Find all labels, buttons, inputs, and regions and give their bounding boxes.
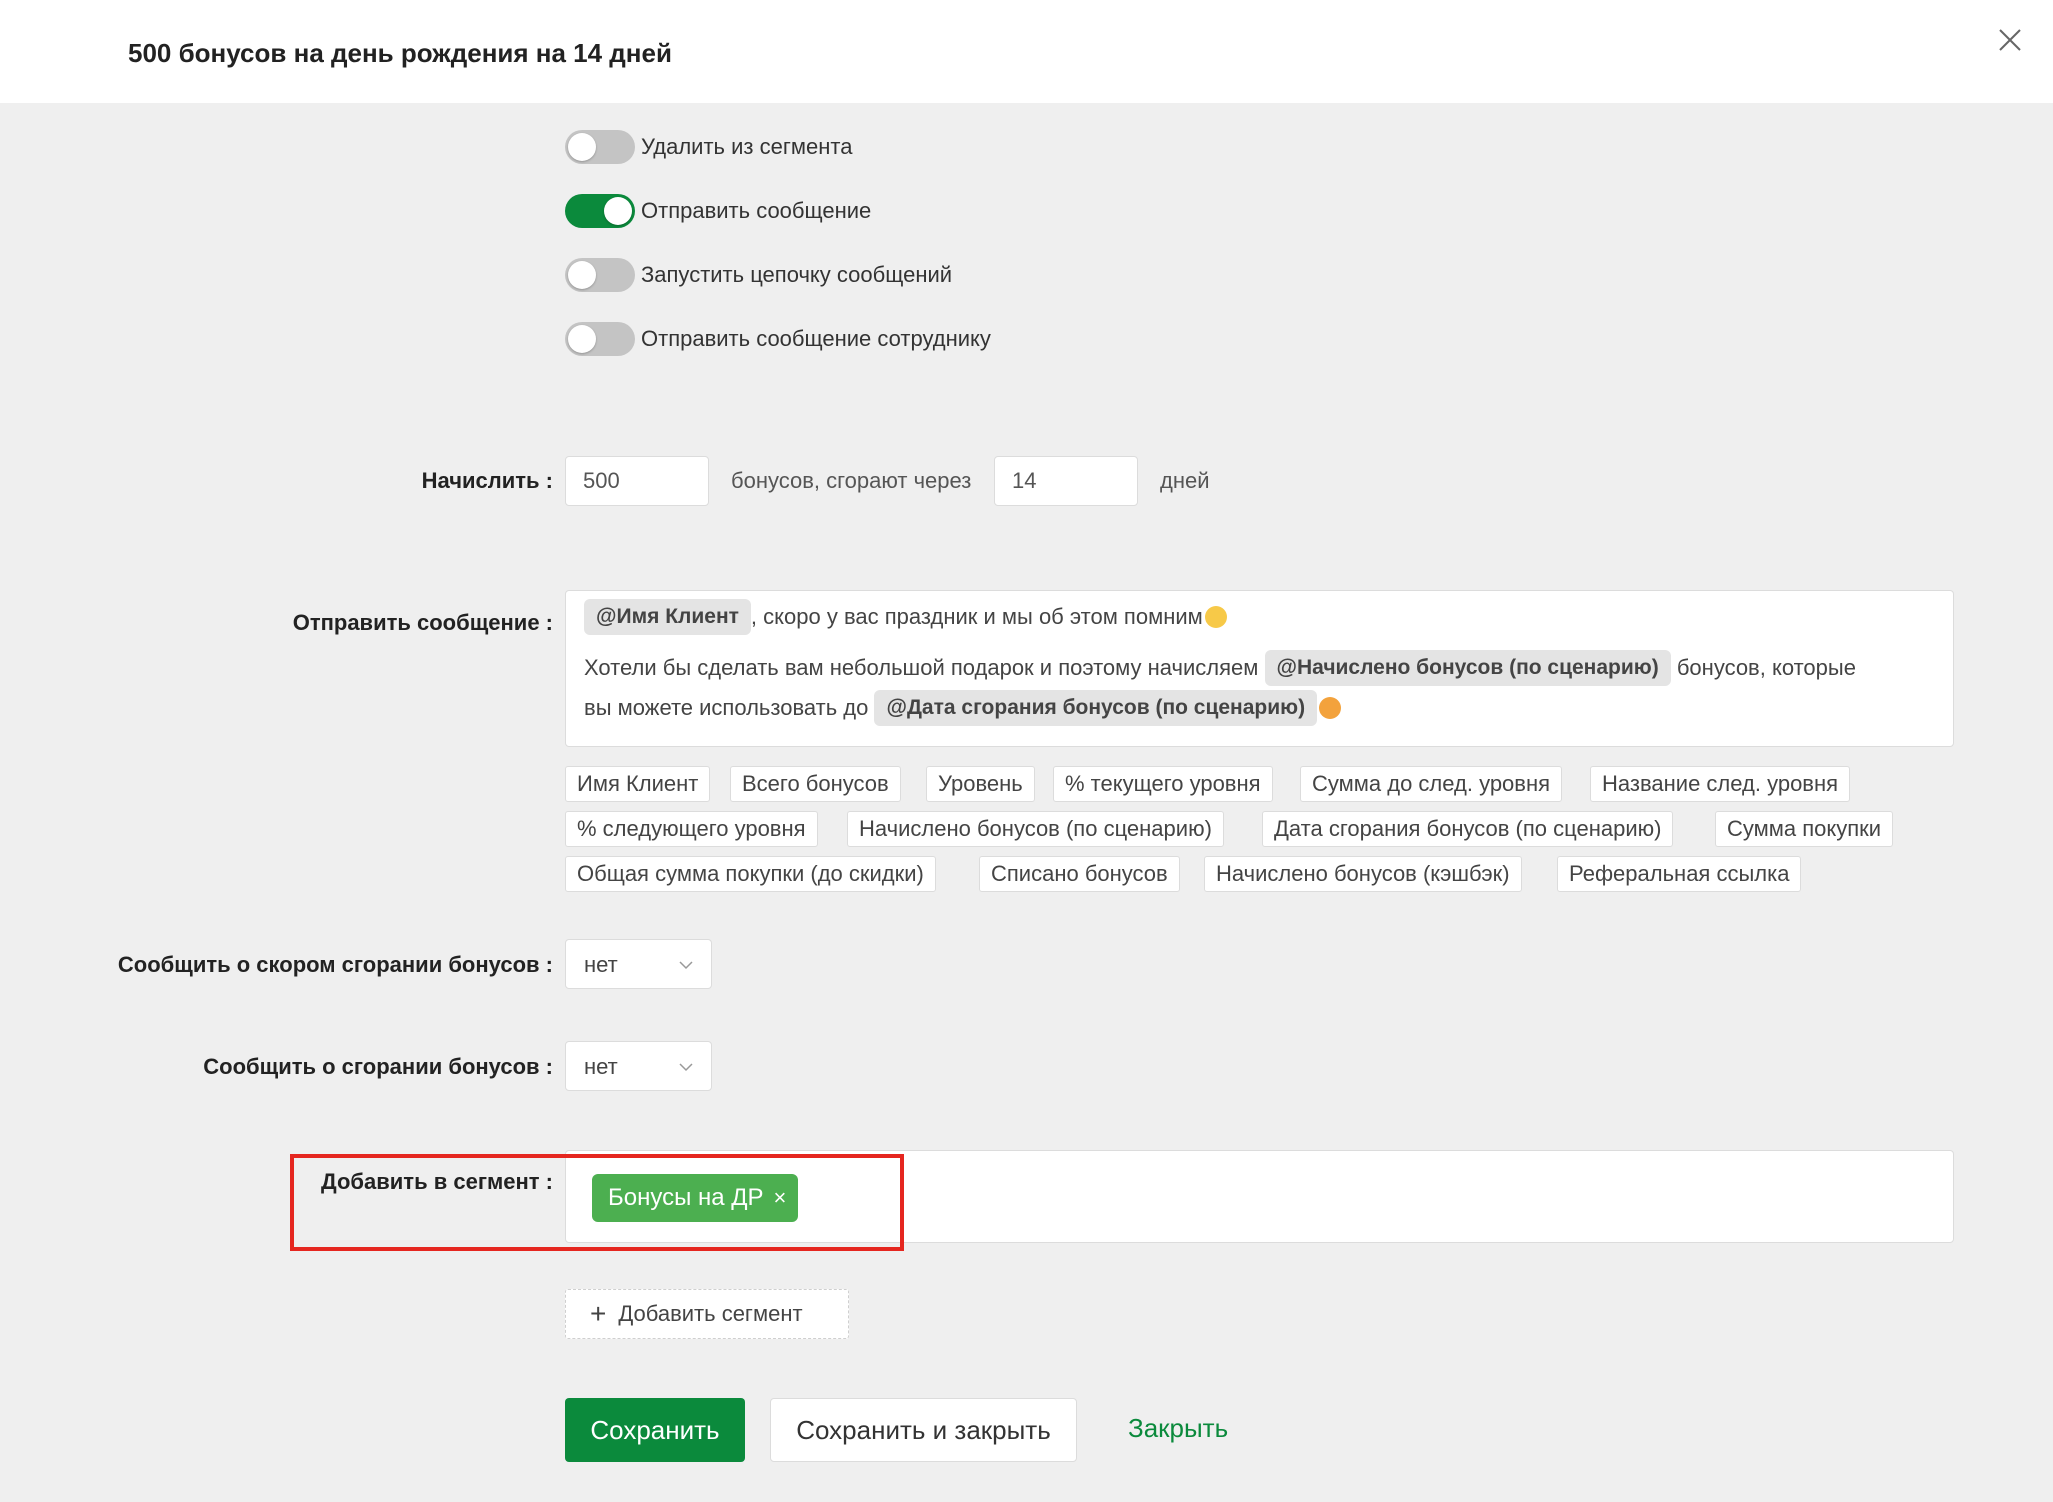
segment-chip-label: Бонусы на ДР [608, 1184, 764, 1211]
message-editor[interactable]: @Имя Клиент , скоро у вас праздник и мы … [565, 590, 1954, 747]
select-value: нет [584, 952, 618, 977]
toggle-switch[interactable] [565, 322, 635, 356]
variable-tag-client-name[interactable]: Имя Клиент [565, 766, 711, 802]
variable-tag-amount-to-next-level[interactable]: Сумма до след. уровня [1300, 766, 1563, 802]
notify-soon-select[interactable]: нет [565, 939, 712, 989]
variable-tag-accrued-bonuses-scenario[interactable]: Начислено бонусов (по сценарию) [847, 811, 1224, 847]
select-value: нет [584, 1054, 618, 1079]
variable-tag-referral-link[interactable]: Реферальная ссылка [1557, 856, 1802, 892]
bonus-amount-input[interactable]: 500 [565, 456, 709, 506]
toggle-label: Запустить цепочку сообщений [641, 262, 953, 287]
variable-tag-expiry-date-scenario[interactable]: Дата сгорания бонусов (по сценарию) [1262, 811, 1674, 847]
segment-input[interactable]: Бонусы на ДР × [565, 1150, 1954, 1243]
toggle-knob [568, 133, 596, 161]
close-icon[interactable] [1996, 26, 2024, 54]
toggle-label: Отправить сообщение [641, 198, 872, 223]
toggle-switch[interactable] [565, 258, 635, 292]
add-segment-label: Добавить сегмент [618, 1301, 803, 1326]
close-link[interactable]: Закрыть [1128, 1413, 1228, 1444]
segment-chip: Бонусы на ДР × [592, 1174, 799, 1222]
message-text: вы можете использовать до [584, 695, 875, 720]
toggle-knob [568, 325, 596, 353]
chevron-down-icon [679, 961, 693, 970]
variable-tag-level[interactable]: Уровень [926, 766, 1035, 802]
days-suffix: дней [1160, 468, 1210, 493]
expire-days-input[interactable]: 14 [994, 456, 1138, 506]
variable-tag-total-purchase-before-discount[interactable]: Общая сумма покупки (до скидки) [565, 856, 936, 892]
accrue-label: Начислить : [421, 468, 553, 493]
toggle-remove-from-segment[interactable]: Удалить из сегмента [565, 129, 852, 165]
segment-label: Добавить в сегмент : [321, 1169, 553, 1194]
smile-emoji-icon [1204, 606, 1227, 628]
variable-chip[interactable]: @Начислено бонусов (по сценарию) [1264, 650, 1671, 686]
accrue-middle-text: бонусов, сгорают через [731, 468, 972, 493]
notify-soon-label: Сообщить о скором сгорании бонусов : [117, 952, 553, 977]
toggle-label: Удалить из сегмента [641, 134, 853, 159]
toggle-knob [568, 261, 596, 289]
party-emoji-icon [1319, 697, 1342, 719]
chevron-down-icon [679, 1063, 693, 1072]
toggle-label: Отправить сообщение сотруднику [641, 326, 991, 351]
message-label: Отправить сообщение : [292, 610, 553, 635]
variable-chip[interactable]: @Имя Клиент [584, 599, 751, 635]
message-text: бонусов, которые [1670, 655, 1856, 680]
save-button[interactable]: Сохранить [565, 1398, 745, 1462]
variable-tag-current-level-percent[interactable]: % текущего уровня [1053, 766, 1273, 802]
modal-title: 500 бонусов на день рождения на 14 дней [128, 38, 672, 68]
notify-burn-select[interactable]: нет [565, 1041, 712, 1091]
variable-tag-total-bonuses[interactable]: Всего бонусов [730, 766, 901, 802]
toggle-start-chain[interactable]: Запустить цепочку сообщений [565, 257, 952, 293]
variable-tag-accrued-cashback[interactable]: Начислено бонусов (кэшбэк) [1204, 856, 1522, 892]
variable-tag-written-off-bonuses[interactable]: Списано бонусов [979, 856, 1180, 892]
message-text: , скоро у вас праздник и мы об этом помн… [750, 604, 1203, 629]
message-line: @Имя Клиент , скоро у вас праздник и мы … [584, 599, 1227, 635]
variable-tag-next-level-name[interactable]: Название след. уровня [1590, 766, 1851, 802]
toggle-send-message[interactable]: Отправить сообщение [565, 193, 871, 229]
variable-tag-next-level-percent[interactable]: % следующего уровня [565, 811, 818, 847]
save-and-close-button[interactable]: Сохранить и закрыть [770, 1398, 1077, 1462]
toggle-switch[interactable] [565, 194, 635, 228]
notify-burn-label: Сообщить о сгорании бонусов : [203, 1054, 553, 1079]
message-line: Хотели бы сделать вам небольшой подарок … [584, 650, 1856, 686]
toggle-switch[interactable] [565, 130, 635, 164]
toggle-send-to-employee[interactable]: Отправить сообщение сотруднику [565, 321, 991, 357]
plus-icon: + [590, 1298, 607, 1329]
message-line: вы можете использовать до @Дата сгорания… [584, 690, 1342, 726]
add-segment-button[interactable]: + Добавить сегмент [565, 1289, 849, 1339]
modal-header: 500 бонусов на день рождения на 14 дней [0, 0, 2053, 103]
variable-tag-purchase-amount[interactable]: Сумма покупки [1715, 811, 1894, 847]
toggle-knob [604, 197, 632, 225]
remove-segment-icon[interactable]: × [774, 1185, 787, 1211]
message-text: Хотели бы сделать вам небольшой подарок … [584, 655, 1265, 680]
variable-chip[interactable]: @Дата сгорания бонусов (по сценарию) [874, 690, 1318, 726]
